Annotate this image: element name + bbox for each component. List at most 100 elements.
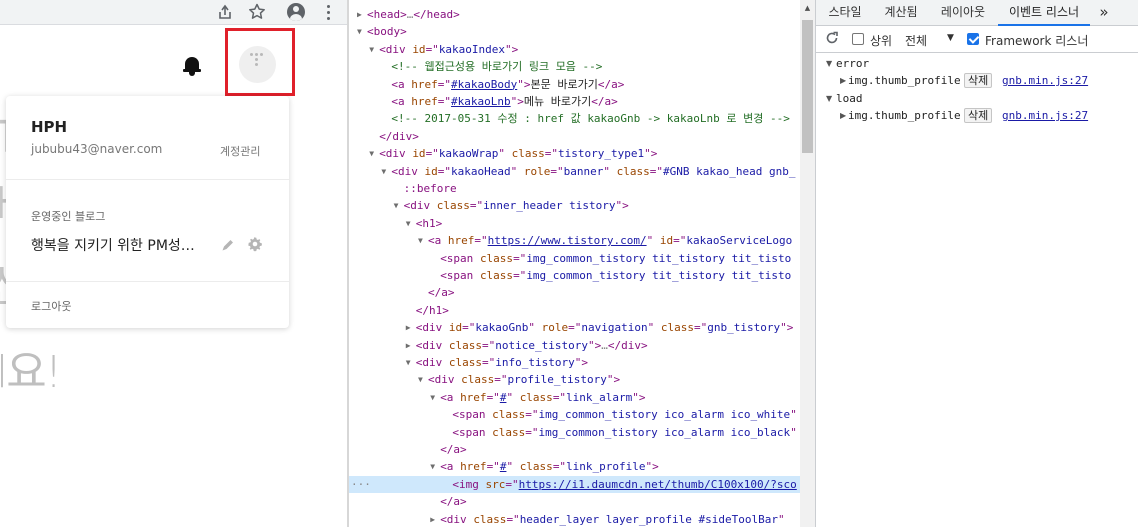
dom-node-line[interactable]: </a> xyxy=(349,493,800,510)
listener-source-link[interactable]: gnb.min.js:27 xyxy=(1002,107,1088,124)
dom-node-line[interactable]: ::before xyxy=(349,180,800,197)
expanded-triangle-icon[interactable]: ▼ xyxy=(418,232,423,249)
event-name: load xyxy=(836,92,863,105)
dom-node-line[interactable]: ▶ <div class="header_layer layer_profile … xyxy=(349,511,800,527)
dom-node-line[interactable]: ▼ <div class="inner_header tistory"> xyxy=(349,197,800,214)
dom-node-line[interactable]: <!-- 웹접근성용 바로가기 링크 모음 --> xyxy=(349,58,800,75)
dom-node-line[interactable]: ▼ <div id="kakaoIndex"> xyxy=(349,41,800,58)
collapsed-triangle-icon[interactable]: ▶ xyxy=(357,6,362,23)
account-email: jububu43@naver.com xyxy=(31,142,163,156)
more-icon[interactable] xyxy=(322,3,336,21)
dom-node-line[interactable]: </a> xyxy=(349,441,800,458)
event-listener-row[interactable]: ▶ img.thumb_profile 삭제 gnb.min.js:27 xyxy=(816,72,1138,89)
dom-node-markup: <span class="img_common_tistory ico_alar… xyxy=(452,425,797,439)
dom-node-line[interactable]: <a href="#kakaoLnb">메뉴 바로가기</a> xyxy=(349,93,800,110)
pencil-icon[interactable] xyxy=(221,237,235,251)
dom-node-line[interactable]: ▼ <div class="profile_tistory"> xyxy=(349,371,800,388)
event-group-error[interactable]: ▼ error xyxy=(816,55,1138,72)
expanded-triangle-icon[interactable]: ▼ xyxy=(369,41,374,58)
dom-node-markup: <a href="https://www.tistory.com/" id="k… xyxy=(428,234,793,248)
profile-button-highlight[interactable] xyxy=(225,28,295,96)
star-icon[interactable] xyxy=(246,1,268,23)
elements-tree[interactable]: ▶ <head>…</head> ▼ <body> ▼ <div id="kakaoInd… xyxy=(349,0,800,527)
dom-node-line[interactable]: </a> xyxy=(349,284,800,301)
menu-divider xyxy=(6,281,289,282)
dom-node-line[interactable]: ▼ <h1> xyxy=(349,215,800,232)
dom-node-line[interactable]: ▼ <div class="info_tistory"> xyxy=(349,354,800,371)
dom-node-line[interactable]: <span class="img_common_tistory ico_alar… xyxy=(349,424,800,441)
dom-node-selected[interactable]: ··· <img src="https://i1.daumcdn.net/thum… xyxy=(349,475,800,493)
expanded-triangle-icon[interactable]: ▼ xyxy=(418,371,423,388)
expanded-triangle-icon[interactable]: ▼ xyxy=(357,23,362,40)
dom-node-line[interactable]: <span class="img_common_tistory tit_tist… xyxy=(349,250,800,267)
share-icon[interactable] xyxy=(214,1,236,23)
tab-computed[interactable]: 계산됨 xyxy=(874,0,928,26)
framework-listeners-checkbox[interactable] xyxy=(967,33,979,45)
dom-node-line[interactable]: ▶ <div id="kakaoGnb" role="navigation" cl… xyxy=(349,319,800,336)
collapsed-triangle-icon[interactable]: ▶ xyxy=(430,511,435,527)
dom-node-line[interactable]: ▼ <a href="#" class="link_alarm"> xyxy=(349,389,800,406)
collapsed-triangle-icon[interactable]: ▶ xyxy=(406,319,411,336)
expanded-triangle-icon[interactable]: ▼ xyxy=(430,458,435,475)
collapse-triangle-icon[interactable]: ▶ xyxy=(840,107,846,124)
expanded-triangle-icon[interactable]: ▼ xyxy=(369,145,374,162)
dom-node-line[interactable]: ▶ <head>…</head> xyxy=(349,6,800,23)
collapse-triangle-icon[interactable]: ▶ xyxy=(840,72,846,89)
event-group-load[interactable]: ▼ load xyxy=(816,90,1138,107)
expanded-triangle-icon[interactable]: ▼ xyxy=(406,215,411,232)
chevron-down-icon[interactable]: ▼ xyxy=(947,33,954,43)
expanded-triangle-icon[interactable]: ▼ xyxy=(394,197,399,214)
tab-event-listeners[interactable]: 이벤트 리스너 xyxy=(998,0,1090,26)
dom-node-markup: <!-- 웹접근성용 바로가기 링크 모음 --> xyxy=(391,60,603,74)
dom-node-line[interactable]: ▼ <a href="#" class="link_profile"> xyxy=(349,458,800,475)
scroll-up-arrow-icon[interactable]: ▲ xyxy=(802,2,813,14)
dom-node-markup: <body> xyxy=(367,25,407,39)
tab-styles[interactable]: 스타일 xyxy=(818,0,872,26)
tab-layout[interactable]: 레이아웃 xyxy=(930,0,996,26)
expand-triangle-icon[interactable]: ▼ xyxy=(826,55,832,72)
dom-node-line[interactable]: </h1> xyxy=(349,302,800,319)
dom-node-markup: <div class="inner_header tistory"> xyxy=(403,199,629,213)
dom-node-line[interactable]: ▼ <div id="kakaoHead" role="banner" class… xyxy=(349,163,800,180)
bell-icon[interactable] xyxy=(182,55,202,77)
more-tabs-icon[interactable]: » xyxy=(1092,0,1116,26)
dom-node-line[interactable]: ▼ <a href="https://www.tistory.com/" id="… xyxy=(349,232,800,249)
listener-source-link[interactable]: gnb.min.js:27 xyxy=(1002,72,1088,89)
profile-icon[interactable] xyxy=(287,3,305,21)
remove-listener-button[interactable]: 삭제 xyxy=(964,73,993,88)
refresh-icon[interactable] xyxy=(825,31,839,45)
dom-node-markup: <div class="profile_tistory"> xyxy=(428,373,621,387)
profile-dropdown-menu: HPH jububu43@naver.com 계정관리 운영중인 블로그 행복을… xyxy=(6,96,289,328)
selected-node-marker[interactable]: ··· xyxy=(351,476,371,493)
dom-node-line[interactable]: </div> xyxy=(349,128,800,145)
elements-scrollbar-thumb[interactable] xyxy=(802,20,813,153)
dom-node-markup: <div id="kakaoWrap" class="tistory_type1… xyxy=(379,147,658,161)
expanded-triangle-icon[interactable]: ▼ xyxy=(430,389,435,406)
collapsed-triangle-icon[interactable]: ▶ xyxy=(406,337,411,354)
dom-node-line[interactable]: <span class="img_common_tistory ico_alar… xyxy=(349,406,800,423)
dom-node-line[interactable]: <span class="img_common_tistory tit_tist… xyxy=(349,267,800,284)
dom-node-line[interactable]: <!-- 2017-05-31 수정 : href 값 kakaoGnb -> … xyxy=(349,110,800,127)
dom-node-markup: </a> xyxy=(428,286,455,300)
page-viewport: T H 산 l요! HPH jububu43@naver.com 계정관리 운영… xyxy=(0,0,349,527)
dom-node-line[interactable]: ▼ <body> xyxy=(349,23,800,40)
gear-icon[interactable] xyxy=(247,236,263,252)
expanded-triangle-icon[interactable]: ▼ xyxy=(406,354,411,371)
scope-select[interactable]: 전체 xyxy=(905,32,927,49)
remove-listener-button[interactable]: 삭제 xyxy=(964,108,993,123)
dom-node-line[interactable]: <a href="#kakaoBody">본문 바로가기</a> xyxy=(349,76,800,93)
expanded-triangle-icon[interactable]: ▼ xyxy=(381,163,386,180)
logout-link[interactable]: 로그아웃 xyxy=(31,298,71,314)
account-manage-link[interactable]: 계정관리 xyxy=(220,143,260,159)
dom-node-markup: <div id="kakaoHead" role="banner" class=… xyxy=(391,164,796,178)
event-listener-row[interactable]: ▶ img.thumb_profile 삭제 gnb.min.js:27 xyxy=(816,107,1138,124)
event-name: error xyxy=(836,57,870,70)
dom-node-line[interactable]: ▶ <div class="notice_tistory">…</div> xyxy=(349,337,800,354)
ancestors-checkbox[interactable] xyxy=(852,33,864,45)
blog-name-link[interactable]: 행복을 지키기 위한 PM성… xyxy=(31,235,201,255)
dom-node-markup: <div class="notice_tistory">…</div> xyxy=(415,338,648,352)
dom-node-markup: <span class="img_common_tistory tit_tist… xyxy=(440,269,792,282)
expand-triangle-icon[interactable]: ▼ xyxy=(826,90,832,107)
dom-node-line[interactable]: ▼ <div id="kakaoWrap" class="tistory_type… xyxy=(349,145,800,162)
dom-node-markup: </a> xyxy=(440,495,467,509)
